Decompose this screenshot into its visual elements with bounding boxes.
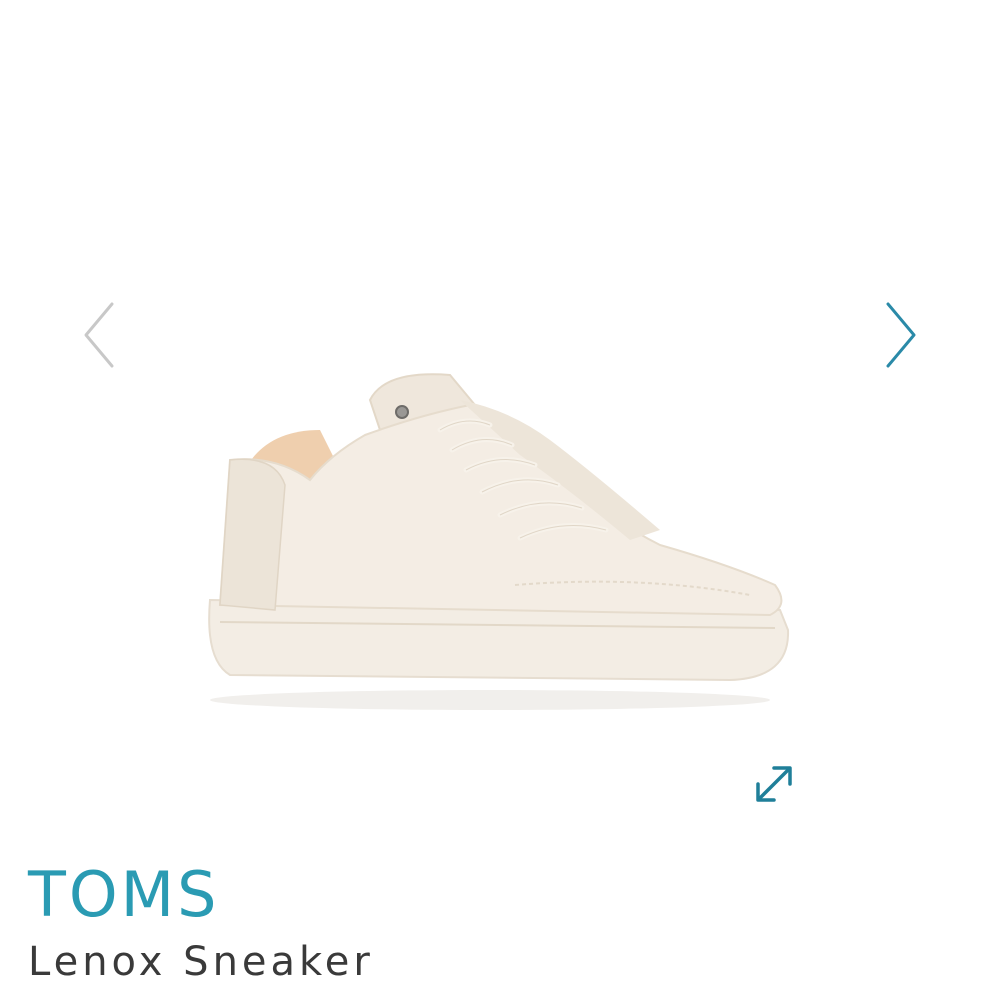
brand-name[interactable]: TOMS	[28, 864, 220, 926]
chevron-right-icon	[886, 302, 916, 368]
product-image[interactable]	[190, 360, 800, 720]
next-image-button[interactable]	[880, 300, 920, 370]
expand-image-button[interactable]	[750, 760, 798, 808]
expand-arrows-icon	[756, 766, 792, 802]
product-image-gallery	[0, 0, 1000, 840]
sneaker-illustration	[208, 373, 790, 710]
previous-image-button[interactable]	[80, 300, 120, 370]
chevron-left-icon	[84, 302, 114, 368]
product-title: Lenox Sneaker	[28, 939, 374, 985]
